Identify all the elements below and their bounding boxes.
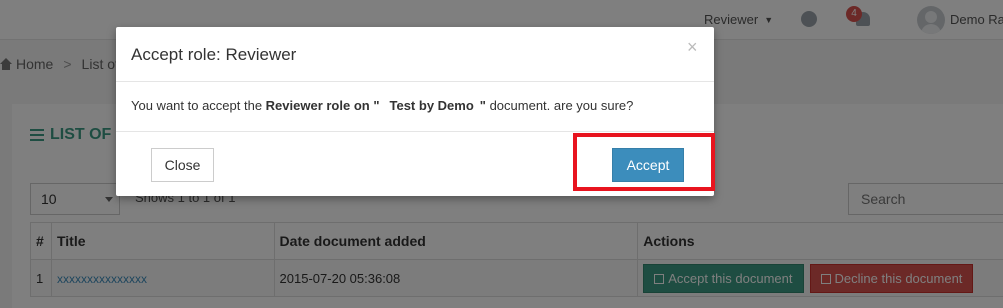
message-role: Reviewer [265, 98, 323, 113]
accept-highlight-box [573, 133, 715, 191]
modal-header: Accept role: Reviewer × [116, 27, 714, 82]
message-middle: role on " [322, 98, 380, 113]
close-button[interactable]: Close [151, 148, 214, 182]
close-icon[interactable]: × [687, 37, 698, 58]
message-document-name: Test by Demo [389, 98, 474, 113]
message-prefix: You want to accept the [131, 98, 266, 113]
message-suffix: document. are you sure? [485, 98, 634, 113]
modal-message: You want to accept the Reviewer role on … [131, 98, 701, 113]
modal-title: Accept role: Reviewer [131, 45, 297, 64]
